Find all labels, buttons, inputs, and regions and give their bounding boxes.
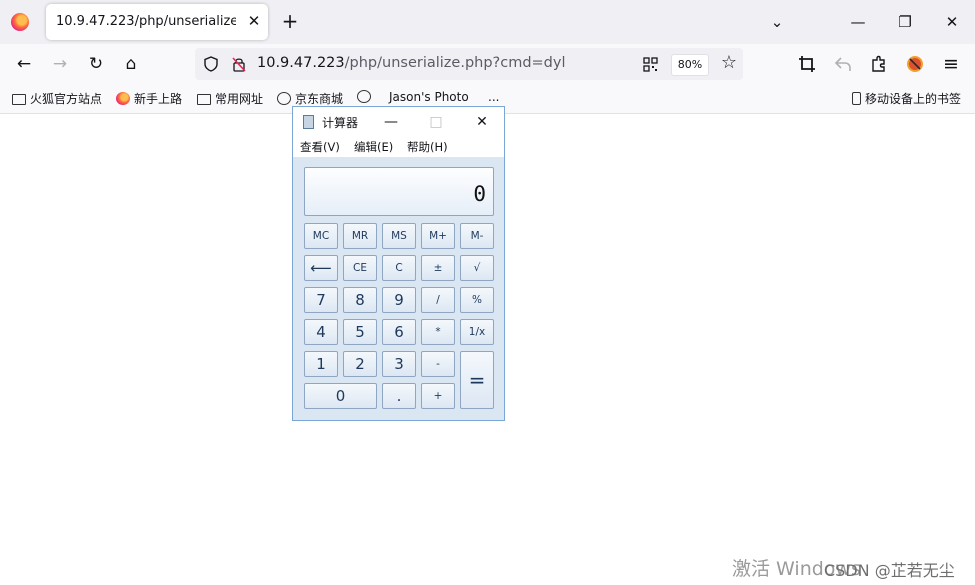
decimal-button[interactable]: . xyxy=(382,383,416,409)
menu-view[interactable]: 查看(V) xyxy=(300,139,340,155)
forward-icon[interactable]: → xyxy=(48,52,72,76)
bookmarks-overflow[interactable]: ... xyxy=(488,90,499,104)
percent-button[interactable]: % xyxy=(460,287,494,313)
tab-close-icon[interactable]: ✕ xyxy=(244,11,264,31)
menu-edit[interactable]: 编辑(E) xyxy=(354,139,393,155)
digit-3-button[interactable]: 3 xyxy=(382,351,416,377)
mc-button[interactable]: MC xyxy=(304,223,338,249)
globe-icon xyxy=(277,92,291,105)
digit-7-button[interactable]: 7 xyxy=(304,287,338,313)
folder-icon xyxy=(12,94,26,105)
bookmark-item[interactable]: 新手上路 xyxy=(116,90,182,107)
url-host: 10.9.47.223 xyxy=(257,55,345,71)
undo-icon[interactable] xyxy=(834,55,852,73)
mobile-device-icon xyxy=(852,92,861,105)
firefox-icon[interactable] xyxy=(11,13,29,31)
csdn-watermark: CSDN @芷若无尘 xyxy=(824,561,955,580)
new-tab-icon[interactable]: + xyxy=(280,11,300,31)
firefox-icon xyxy=(116,92,130,105)
shield-icon[interactable] xyxy=(203,56,219,72)
calculator-display: 0 xyxy=(304,167,494,216)
calculator-titlebar[interactable]: 计算器 — □ ✕ xyxy=(293,107,504,137)
home-icon[interactable]: ⌂ xyxy=(119,52,143,76)
calc-minimize-icon[interactable]: — xyxy=(379,111,403,133)
bookmark-label: Jason's Photo xyxy=(389,90,469,104)
qr-code-icon[interactable] xyxy=(643,57,658,72)
subtract-button[interactable]: - xyxy=(421,351,455,377)
close-window-icon[interactable]: ✕ xyxy=(940,11,964,33)
tab-active[interactable]: 10.9.47.223/php/unserialize.php ✕ xyxy=(46,4,268,40)
calculator-window[interactable]: 计算器 — □ ✕ 查看(V) 编辑(E) 帮助(H) 0 MC MR MS M… xyxy=(292,106,505,421)
digit-1-button[interactable]: 1 xyxy=(304,351,338,377)
clear-button[interactable]: C xyxy=(382,255,416,281)
calc-close-icon[interactable]: ✕ xyxy=(470,111,494,133)
blocked-extension-icon[interactable] xyxy=(906,55,924,73)
m-plus-button[interactable]: M+ xyxy=(421,223,455,249)
extensions-puzzle-icon[interactable] xyxy=(870,55,888,73)
equals-button[interactable]: = xyxy=(460,351,494,409)
bookmark-item[interactable]: 常用网址 xyxy=(197,90,263,107)
display-value: 0 xyxy=(473,182,486,206)
digit-5-button[interactable]: 5 xyxy=(343,319,377,345)
folder-icon xyxy=(197,94,211,105)
multiply-button[interactable]: * xyxy=(421,319,455,345)
reciprocal-button[interactable]: 1/x xyxy=(460,319,494,345)
digit-4-button[interactable]: 4 xyxy=(304,319,338,345)
digit-9-button[interactable]: 9 xyxy=(382,287,416,313)
tab-strip: 10.9.47.223/php/unserialize.php ✕ + ⌄ — … xyxy=(0,0,975,44)
add-button[interactable]: + xyxy=(421,383,455,409)
screenshot-crop-icon[interactable] xyxy=(798,55,816,73)
list-all-tabs-icon[interactable]: ⌄ xyxy=(765,11,789,33)
calculator-title: 计算器 xyxy=(322,116,359,130)
menu-icon[interactable]: ≡ xyxy=(939,52,963,76)
restore-window-icon[interactable]: ❐ xyxy=(893,11,917,33)
menu-help[interactable]: 帮助(H) xyxy=(407,139,448,155)
mobile-bookmarks[interactable]: 移动设备上的书签 xyxy=(852,90,961,107)
bookmark-label: 火狐官方站点 xyxy=(30,92,103,106)
tab-title: 10.9.47.223/php/unserialize.php xyxy=(56,14,236,29)
calculator-icon xyxy=(303,115,314,129)
url-path: /php/unserialize.php?cmd=dyl xyxy=(344,55,566,71)
bookmark-item[interactable]: Jason's Photo xyxy=(357,90,469,104)
bookmark-item[interactable]: 京东商城 xyxy=(277,90,343,107)
plus-minus-button[interactable]: ± xyxy=(421,255,455,281)
back-icon[interactable]: ← xyxy=(12,52,36,76)
url-text[interactable]: 10.9.47.223/php/unserialize.php?cmd=dyl xyxy=(257,55,566,71)
bookmark-label: 新手上路 xyxy=(134,92,183,106)
bookmark-label: 常用网址 xyxy=(215,92,264,106)
url-bar[interactable]: 10.9.47.223/php/unserialize.php?cmd=dyl … xyxy=(195,48,743,80)
ms-button[interactable]: MS xyxy=(382,223,416,249)
zoom-level[interactable]: 80% xyxy=(671,54,709,76)
calc-maximize-icon[interactable]: □ xyxy=(424,111,448,133)
reload-icon[interactable]: ↻ xyxy=(84,52,108,76)
mr-button[interactable]: MR xyxy=(343,223,377,249)
insecure-lock-icon[interactable] xyxy=(231,56,247,72)
globe-icon xyxy=(357,90,371,103)
minimize-window-icon[interactable]: — xyxy=(846,11,870,33)
calculator-menubar: 查看(V) 编辑(E) 帮助(H) xyxy=(293,137,504,157)
digit-2-button[interactable]: 2 xyxy=(343,351,377,377)
m-minus-button[interactable]: M- xyxy=(460,223,494,249)
backspace-button[interactable]: ⟵ xyxy=(304,255,338,281)
sqrt-button[interactable]: √ xyxy=(460,255,494,281)
divide-button[interactable]: / xyxy=(421,287,455,313)
digit-8-button[interactable]: 8 xyxy=(343,287,377,313)
bookmark-star-icon[interactable]: ☆ xyxy=(717,51,741,75)
bookmark-label: 京东商城 xyxy=(295,92,344,106)
nav-bar: ← → ↻ ⌂ 10.9.47.223/php/unserialize.php?… xyxy=(0,44,975,85)
digit-0-button[interactable]: 0 xyxy=(304,383,377,409)
mobile-bookmarks-label: 移动设备上的书签 xyxy=(865,92,962,106)
ce-button[interactable]: CE xyxy=(343,255,377,281)
bookmark-item[interactable]: 火狐官方站点 xyxy=(12,90,102,107)
digit-6-button[interactable]: 6 xyxy=(382,319,416,345)
